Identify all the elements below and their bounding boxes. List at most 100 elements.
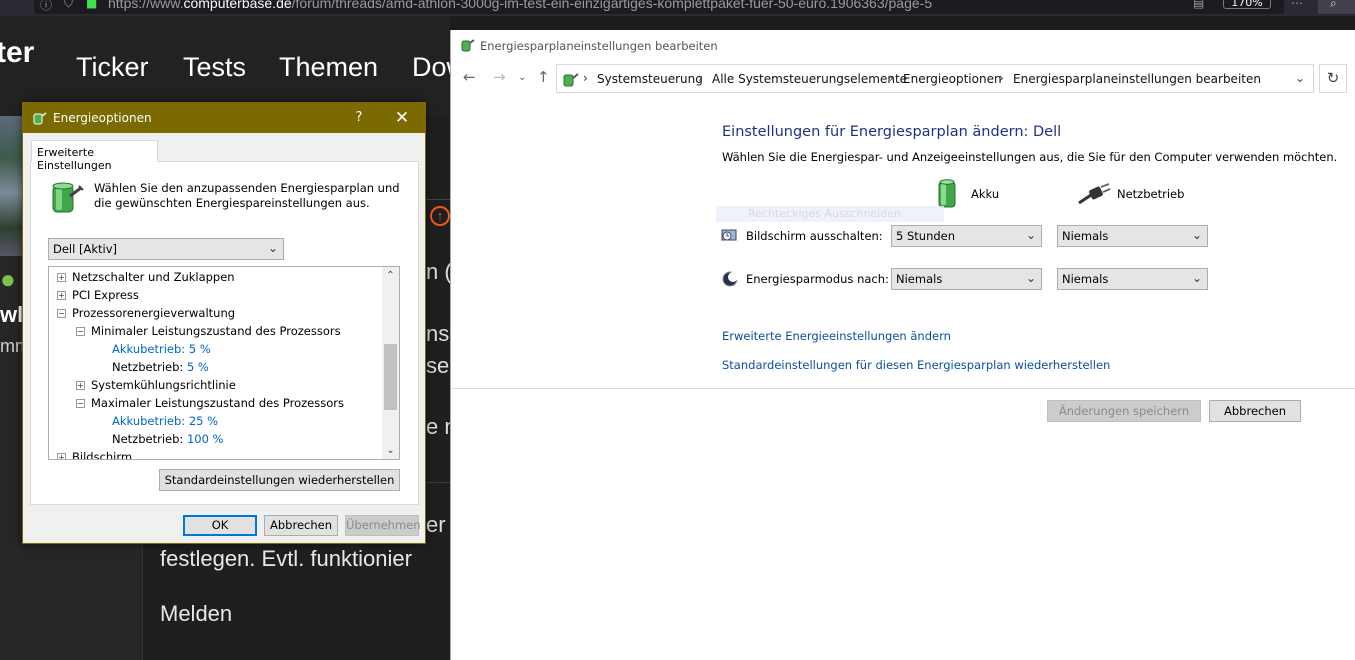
zoom-level[interactable]: 170%	[1223, 0, 1271, 9]
display-timer-icon	[721, 228, 737, 247]
shield-icon[interactable]: ⛉	[64, 0, 73, 11]
dialog-description: Wählen Sie den anzupassenden Energiespar…	[94, 181, 400, 210]
chevron-right-icon[interactable]: ›	[889, 71, 894, 85]
display-off-ac-dropdown[interactable]: Niemals ⌄	[1057, 225, 1208, 247]
back-arrow-icon[interactable]: ←	[463, 68, 476, 86]
chevron-right-icon[interactable]: ›	[698, 71, 703, 85]
column-battery: Akku	[971, 187, 1000, 201]
page-title: Einstellungen für Energiesparplan ändern…	[722, 124, 1062, 140]
column-ac: Netzbetrieb	[1117, 187, 1185, 201]
refresh-button[interactable]: ↻	[1319, 64, 1347, 93]
tree-item[interactable]: + Bildschirm	[57, 448, 132, 459]
tree-value-row[interactable]: Akkubetrieb: 5 %	[112, 340, 211, 358]
sleep-moon-icon	[722, 271, 738, 290]
close-button[interactable]: ✕	[387, 103, 417, 133]
chevron-down-icon[interactable]: ⌄	[1295, 71, 1305, 85]
chevron-down-icon: ⌄	[1191, 228, 1202, 242]
post-text: festlegen. Evtl. funktionier	[160, 546, 412, 571]
collapse-icon[interactable]: −	[76, 327, 85, 336]
username[interactable]: wl	[0, 302, 23, 328]
window-titlebar[interactable]: Energiesparplaneinstellungen bearbeiten	[451, 30, 1355, 60]
tree-scrollbar[interactable]: ⌃ ⌄	[382, 267, 399, 459]
address-bar[interactable]: › Systemsteuerung › Alle Systemsteuerung…	[556, 64, 1314, 93]
scroll-up-icon[interactable]: ↑	[430, 206, 450, 226]
chevron-right-icon[interactable]: ›	[583, 71, 588, 85]
battery-plan-icon	[50, 178, 84, 217]
nav-downloads[interactable]: Dow	[412, 52, 450, 83]
advanced-settings-link[interactable]: Erweiterte Energieeinstellungen ändern	[722, 329, 951, 343]
divider	[451, 388, 1355, 389]
tree-item[interactable]: − Prozessorenergieverwaltung	[57, 304, 235, 322]
page-subtitle: Wählen Sie die Energiespar- und Anzeigee…	[722, 150, 1338, 164]
plan-dropdown[interactable]: Dell [Aktiv] ⌄	[48, 238, 284, 260]
text-fragment: ns	[426, 321, 450, 346]
expand-icon[interactable]: +	[57, 453, 66, 459]
sleep-ac-dropdown[interactable]: Niemals ⌄	[1057, 268, 1208, 290]
recent-chevron-icon[interactable]: ⌄	[518, 72, 526, 83]
tree-item[interactable]: − Maximaler Leistungszustand des Prozesso…	[76, 394, 344, 412]
collapse-icon[interactable]: −	[57, 309, 66, 318]
cancel-button[interactable]: Abbrechen	[1209, 400, 1301, 422]
breadcrumb-current[interactable]: Energiesparplaneinstellungen bearbeiten	[1013, 72, 1261, 86]
power-options-icon	[459, 37, 475, 56]
text-fragment: e m	[426, 414, 450, 439]
site-logo[interactable]: ter	[0, 36, 34, 70]
tree-item[interactable]: + Netzschalter und Zuklappen	[57, 268, 235, 286]
tab-panel: Wählen Sie den anzupassenden Energiespar…	[30, 161, 419, 505]
dialog-title: Energieoptionen	[53, 111, 152, 125]
save-changes-button[interactable]: Änderungen speichern	[1047, 400, 1201, 422]
nav-ticker[interactable]: Ticker	[76, 52, 149, 83]
nav-tests[interactable]: Tests	[183, 52, 246, 83]
text-fragment: n (	[426, 259, 450, 284]
avatar[interactable]	[0, 116, 22, 256]
user-status-icon: ●	[0, 264, 16, 294]
url-text[interactable]: https://www.computerbase.de/forum/thread…	[108, 0, 932, 11]
setting-label-display-off: Bildschirm ausschalten:	[746, 229, 883, 243]
scrollbar-thumb[interactable]	[384, 344, 397, 410]
menu-icon[interactable]: ⋯	[1291, 0, 1303, 10]
chevron-right-icon[interactable]: ›	[999, 71, 1004, 85]
tree-item[interactable]: + Systemkühlungsrichtlinie	[76, 376, 236, 394]
tree-value-row[interactable]: Netzbetrieb: 100 %	[112, 430, 223, 448]
tab-advanced-settings[interactable]: Erweiterte Einstellungen	[31, 140, 158, 172]
apply-button[interactable]: Übernehmen	[345, 515, 421, 536]
display-off-battery-dropdown[interactable]: 5 Stunden ⌄	[891, 225, 1042, 247]
tooltip-ghost: Rechteckiges Ausschneiden	[716, 206, 944, 222]
up-arrow-icon[interactable]: ↑	[537, 68, 550, 86]
tree-value-row[interactable]: Akkubetrieb: 25 %	[112, 412, 218, 430]
energy-options-dialog: Energieoptionen ? ✕ Erweiterte Einstellu…	[22, 102, 426, 544]
tree-value-row[interactable]: Netzbetrieb: 5 %	[112, 358, 209, 376]
nav-themen[interactable]: Themen	[279, 52, 378, 83]
text-fragment: sei	[426, 353, 450, 378]
info-icon[interactable]: ⓘ	[40, 0, 52, 13]
help-button[interactable]: ?	[348, 103, 370, 133]
breadcrumb-alle-elemente[interactable]: Alle Systemsteuerungselemente	[712, 72, 907, 86]
report-link[interactable]: Melden	[160, 601, 232, 627]
chevron-down-icon: ⌄	[1025, 271, 1036, 285]
scroll-down-icon[interactable]: ⌄	[382, 442, 399, 459]
breadcrumb-systemsteuerung[interactable]: Systemsteuerung	[597, 72, 703, 86]
text-fragment: er	[426, 512, 446, 537]
cancel-button[interactable]: Abbrechen	[264, 515, 338, 536]
chevron-down-icon: ⌄	[1025, 228, 1036, 242]
control-panel-icon	[561, 70, 579, 91]
sleep-battery-dropdown[interactable]: Niemals ⌄	[891, 268, 1042, 290]
tree-item[interactable]: − Minimaler Leistungszustand des Prozesso…	[76, 322, 341, 340]
forward-arrow-icon[interactable]: →	[493, 68, 506, 86]
settings-tree[interactable]: + Netzschalter und Zuklappen + PCI Express…	[48, 266, 400, 460]
expand-icon[interactable]: +	[76, 381, 85, 390]
edit-plan-window: Energiesparplaneinstellungen bearbeiten …	[450, 30, 1355, 660]
chevron-down-icon: ⌄	[267, 241, 278, 255]
expand-icon[interactable]: +	[57, 273, 66, 282]
restore-defaults-button[interactable]: Standardeinstellungen wiederherstellen	[159, 469, 400, 491]
expand-icon[interactable]: +	[57, 291, 66, 300]
dialog-titlebar[interactable]: Energieoptionen ? ✕	[23, 103, 425, 133]
restore-defaults-link[interactable]: Standardeinstellungen für diesen Energie…	[722, 358, 1110, 372]
reader-view-icon[interactable]: ▤	[1193, 0, 1204, 10]
scroll-up-icon[interactable]: ⌃	[382, 267, 399, 284]
collapse-icon[interactable]: −	[76, 399, 85, 408]
ok-button[interactable]: OK	[183, 515, 257, 536]
breadcrumb-energieoptionen[interactable]: Energieoptionen	[903, 72, 1002, 86]
search-icon[interactable]: ⌕	[1330, 0, 1337, 11]
tree-item[interactable]: + PCI Express	[57, 286, 139, 304]
